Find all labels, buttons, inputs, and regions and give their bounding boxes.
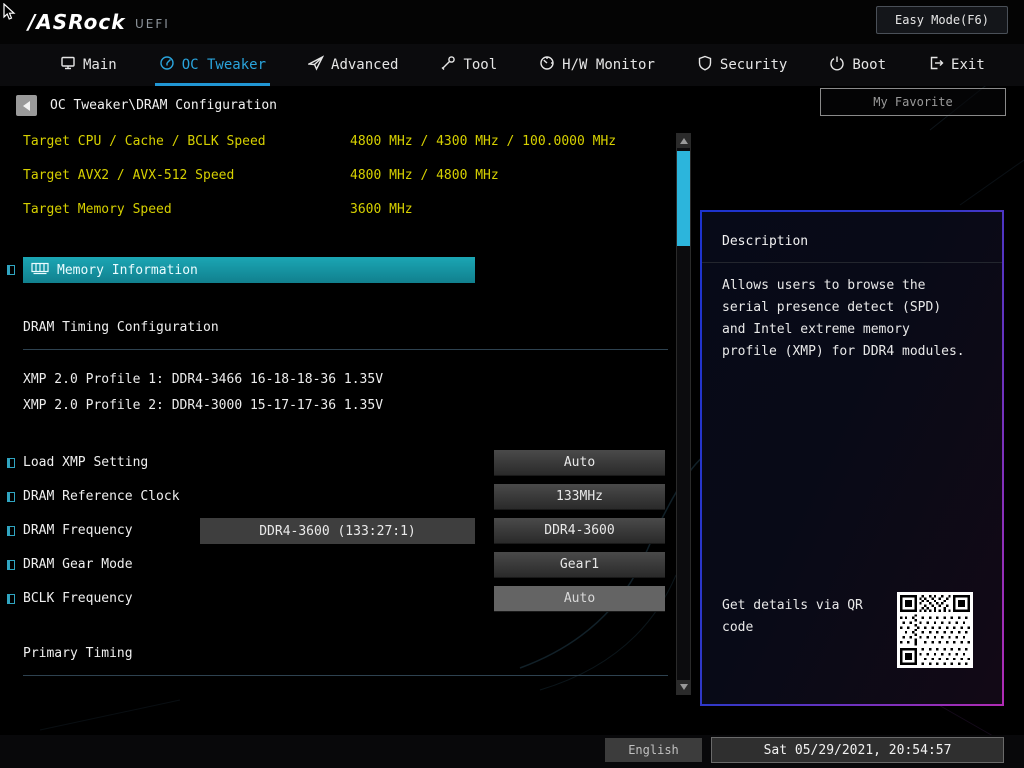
datetime-display: Sat 05/29/2021, 20:54:57 [711, 737, 1004, 763]
tab-label: H/W Monitor [562, 57, 655, 73]
row-marker-icon [7, 560, 15, 570]
qr-code [897, 592, 973, 668]
row-marker-icon [7, 265, 15, 275]
back-button[interactable] [16, 95, 37, 116]
load-xmp-label: Load XMP Setting [23, 455, 148, 470]
triangle-up-icon [680, 138, 688, 144]
dram-gear-mode-dropdown[interactable]: Gear1 [494, 552, 665, 578]
dram-frequency-label: DRAM Frequency [23, 523, 133, 538]
uefi-logo-text: UEFI [135, 17, 170, 31]
shield-icon [697, 55, 713, 75]
tab-security[interactable]: Security [697, 44, 787, 86]
description-title: Description [722, 234, 808, 249]
tab-hw-monitor[interactable]: H/W Monitor [539, 44, 655, 86]
description-divider [702, 262, 1002, 263]
dram-timing-section-title: DRAM Timing Configuration [23, 320, 219, 335]
rocket-icon [308, 55, 324, 75]
row-marker-icon [7, 594, 15, 604]
description-panel: Description Allows users to browse the s… [700, 210, 1004, 706]
scroll-down-button[interactable] [677, 680, 690, 694]
wrench-icon [440, 55, 456, 75]
tab-exit[interactable]: Exit [928, 44, 985, 86]
xmp-profile-2: XMP 2.0 Profile 2: DDR4-3000 15-17-17-36… [23, 398, 383, 413]
monitor-icon [60, 55, 76, 75]
bclk-frequency-dropdown[interactable]: Auto [494, 586, 665, 612]
target-cpu-value: 4800 MHz / 4300 MHz / 100.0000 MHz [350, 134, 616, 149]
target-memory-label: Target Memory Speed [23, 202, 172, 217]
easy-mode-button[interactable]: Easy Mode(F6) [876, 6, 1008, 34]
target-avx-label: Target AVX2 / AVX-512 Speed [23, 168, 234, 183]
row-marker-icon [7, 526, 15, 536]
top-bar: /ASRock UEFI Easy Mode(F6) [0, 0, 1024, 44]
dram-frequency-dropdown[interactable]: DDR4-3600 [494, 518, 665, 544]
bclk-frequency-label: BCLK Frequency [23, 591, 133, 606]
memory-information-label: Memory Information [57, 263, 198, 278]
tab-label: Tool [463, 57, 497, 73]
triangle-down-icon [680, 684, 688, 690]
breadcrumb: OC Tweaker\DRAM Configuration [50, 98, 277, 113]
asrock-logo: /ASRock [28, 10, 126, 34]
qr-label: Get details via QR code [722, 595, 882, 639]
tab-boot[interactable]: Boot [829, 44, 886, 86]
tab-label: Security [720, 57, 787, 73]
language-button[interactable]: English [605, 738, 702, 762]
memory-module-icon [31, 262, 49, 279]
back-arrow-icon [23, 101, 30, 111]
target-avx-value: 4800 MHz / 4800 MHz [350, 168, 499, 183]
uefi-screen: /ASRock UEFI Easy Mode(F6) Main OC Tweak… [0, 0, 1024, 768]
memory-information-item[interactable]: Memory Information [23, 257, 475, 283]
tab-label: OC Tweaker [182, 57, 266, 73]
scrollbar-thumb[interactable] [677, 151, 690, 246]
meter-icon [539, 55, 555, 75]
target-memory-value: 3600 MHz [350, 202, 413, 217]
my-favorite-button[interactable]: My Favorite [820, 88, 1006, 116]
tab-tool[interactable]: Tool [440, 44, 497, 86]
power-icon [829, 55, 845, 75]
scrollbar[interactable] [676, 133, 691, 695]
load-xmp-dropdown[interactable]: Auto [494, 450, 665, 476]
row-marker-icon [7, 458, 15, 468]
tab-advanced[interactable]: Advanced [308, 44, 398, 86]
dram-gear-mode-label: DRAM Gear Mode [23, 557, 133, 572]
gauge-icon [159, 55, 175, 75]
primary-timing-section-title: Primary Timing [23, 646, 133, 661]
tab-oc-tweaker[interactable]: OC Tweaker [159, 44, 266, 86]
description-body: Allows users to browse the serial presen… [722, 275, 970, 363]
xmp-profile-1: XMP 2.0 Profile 1: DDR4-3466 16-18-18-36… [23, 372, 383, 387]
tab-label: Boot [852, 57, 886, 73]
target-cpu-label: Target CPU / Cache / BCLK Speed [23, 134, 266, 149]
section-divider [23, 349, 668, 350]
row-marker-icon [7, 492, 15, 502]
exit-icon [928, 55, 944, 75]
tab-main[interactable]: Main [60, 44, 117, 86]
nav-bar: Main OC Tweaker Advanced Tool H/W Monito… [0, 44, 1024, 86]
dram-ref-clock-dropdown[interactable]: 133MHz [494, 484, 665, 510]
tab-label: Advanced [331, 57, 398, 73]
dram-ref-clock-label: DRAM Reference Clock [23, 489, 180, 504]
section-divider [23, 675, 668, 676]
tab-label: Main [83, 57, 117, 73]
scroll-up-button[interactable] [677, 134, 690, 148]
dram-frequency-current-value: DDR4-3600 (133:27:1) [200, 518, 475, 544]
tab-label: Exit [951, 57, 985, 73]
